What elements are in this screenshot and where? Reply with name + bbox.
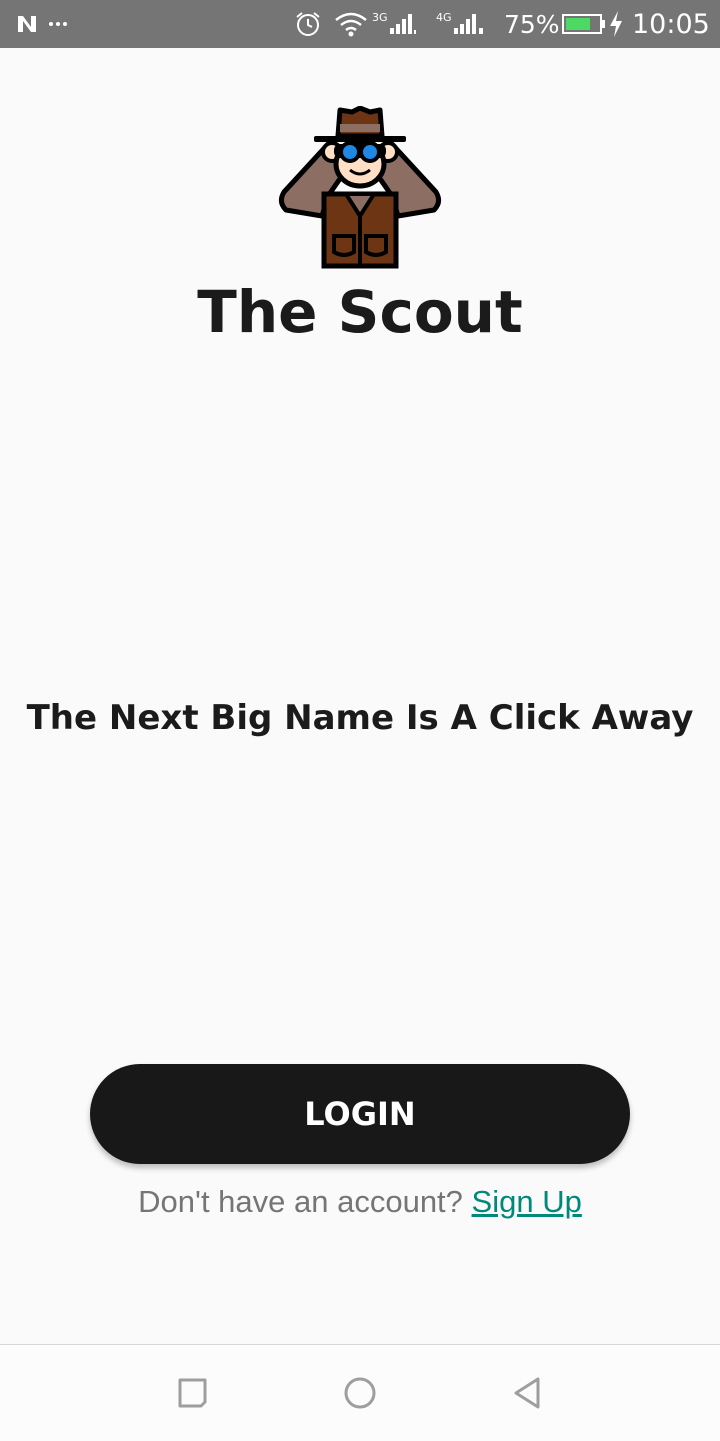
more-dots-icon bbox=[48, 0, 72, 48]
sign-up-link[interactable]: Sign Up bbox=[472, 1184, 582, 1219]
scout-binoculars-icon bbox=[278, 105, 442, 270]
app-title: The Scout bbox=[197, 278, 523, 346]
signal-3g-icon: 3G bbox=[372, 0, 418, 48]
clock: 10:05 bbox=[632, 8, 710, 40]
alarm-icon bbox=[294, 0, 322, 48]
home-icon[interactable] bbox=[336, 1369, 384, 1417]
sim2-label: 4G bbox=[436, 10, 452, 24]
battery-icon bbox=[562, 0, 606, 48]
battery-percent: 75% bbox=[504, 9, 560, 39]
login-button[interactable]: LOGIN bbox=[90, 1064, 630, 1164]
tagline: The Next Big Name Is A Click Away bbox=[26, 698, 694, 738]
signup-row: Don't have an account? Sign Up bbox=[0, 1184, 720, 1220]
wifi-icon bbox=[334, 0, 368, 48]
signal-4g-icon: 4G bbox=[436, 0, 486, 48]
charging-icon bbox=[608, 0, 624, 48]
back-icon[interactable] bbox=[504, 1369, 552, 1417]
signup-prompt: Don't have an account? bbox=[138, 1184, 463, 1219]
n-icon bbox=[16, 0, 40, 48]
sim1-label: 3G bbox=[372, 10, 388, 24]
recents-icon[interactable] bbox=[168, 1369, 216, 1417]
navigation-bar bbox=[0, 1344, 720, 1441]
status-bar: 3G 4G 75% 10:05 bbox=[0, 0, 720, 48]
